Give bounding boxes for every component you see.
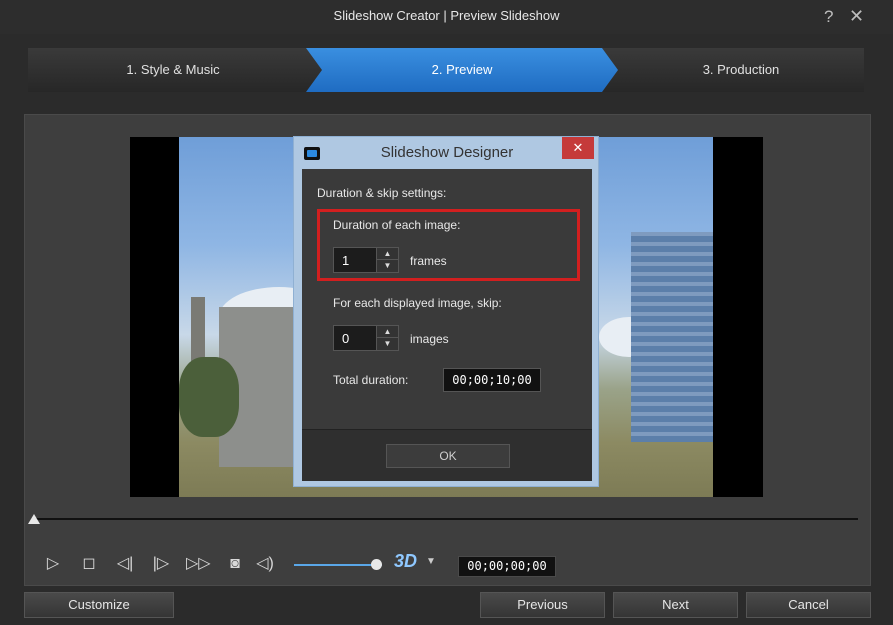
tree (179, 357, 239, 437)
previous-button[interactable]: Previous (480, 592, 605, 618)
decrement-icon[interactable]: ▼ (377, 260, 398, 272)
title-bar: Slideshow Creator | Preview Slideshow ? … (0, 0, 893, 34)
skip-stepper[interactable]: 0 ▲ ▼ (333, 325, 399, 351)
stepper-arrows: ▲ ▼ (376, 248, 398, 272)
step-style-music[interactable]: 1. Style & Music (28, 48, 318, 92)
skip-label: For each displayed image, skip: (333, 296, 502, 310)
section-label: Duration & skip settings: (317, 186, 447, 200)
dialog-footer: OK (302, 429, 592, 481)
previous-frame-icon[interactable]: ◁| (114, 553, 136, 575)
next-button[interactable]: Next (613, 592, 738, 618)
step-navigation: 1. Style & Music 2. Preview 3. Productio… (28, 48, 864, 92)
skip-unit: images (410, 332, 449, 346)
volume-slider-knob[interactable] (370, 559, 382, 570)
3d-toggle-button[interactable]: 3D (394, 551, 417, 572)
volume-icon[interactable]: ◁) (254, 553, 276, 575)
dialog-title: Slideshow Designer (380, 144, 514, 161)
customize-button[interactable]: Customize (24, 592, 174, 618)
stop-icon[interactable]: ◻ (78, 553, 100, 575)
increment-icon[interactable]: ▲ (377, 326, 398, 338)
dialog-close-button[interactable]: ✕ (562, 137, 594, 159)
volume-slider[interactable] (294, 564, 382, 566)
cancel-button[interactable]: Cancel (746, 592, 871, 618)
next-frame-icon[interactable]: |▷ (150, 553, 172, 575)
close-icon[interactable]: ✕ (849, 6, 864, 27)
step-preview[interactable]: 2. Preview (306, 48, 618, 92)
total-duration-label: Total duration: (333, 373, 409, 387)
office-building (631, 232, 713, 442)
total-duration-value: 00;00;10;00 (443, 368, 541, 392)
window-title: Slideshow Creator | Preview Slideshow (333, 8, 560, 23)
snapshot-camera-icon[interactable]: ◙ (224, 553, 246, 575)
playback-timecode: 00;00;00;00 (458, 556, 556, 577)
duration-unit: frames (410, 254, 447, 268)
fast-forward-icon[interactable]: ▷▷ (186, 553, 211, 575)
timeline-track[interactable] (34, 518, 858, 520)
dialog-body: Duration & skip settings: Duration of ea… (302, 169, 592, 481)
skip-value[interactable]: 0 (342, 331, 349, 346)
increment-icon[interactable]: ▲ (377, 248, 398, 260)
play-icon[interactable]: ▷ (42, 553, 64, 575)
duration-value[interactable]: 1 (342, 253, 349, 268)
duration-stepper[interactable]: 1 ▲ ▼ (333, 247, 399, 273)
step-production[interactable]: 3. Production (618, 48, 864, 92)
decrement-icon[interactable]: ▼ (377, 338, 398, 350)
ok-button[interactable]: OK (386, 444, 510, 468)
playhead-handle[interactable] (28, 514, 40, 524)
slideshow-designer-dialog: Slideshow Designer ✕ Duration & skip set… (293, 136, 599, 487)
stepper-arrows: ▲ ▼ (376, 326, 398, 350)
help-icon[interactable]: ? (824, 7, 833, 27)
3d-dropdown-icon[interactable]: ▼ (426, 556, 436, 567)
duration-label: Duration of each image: (333, 218, 461, 232)
